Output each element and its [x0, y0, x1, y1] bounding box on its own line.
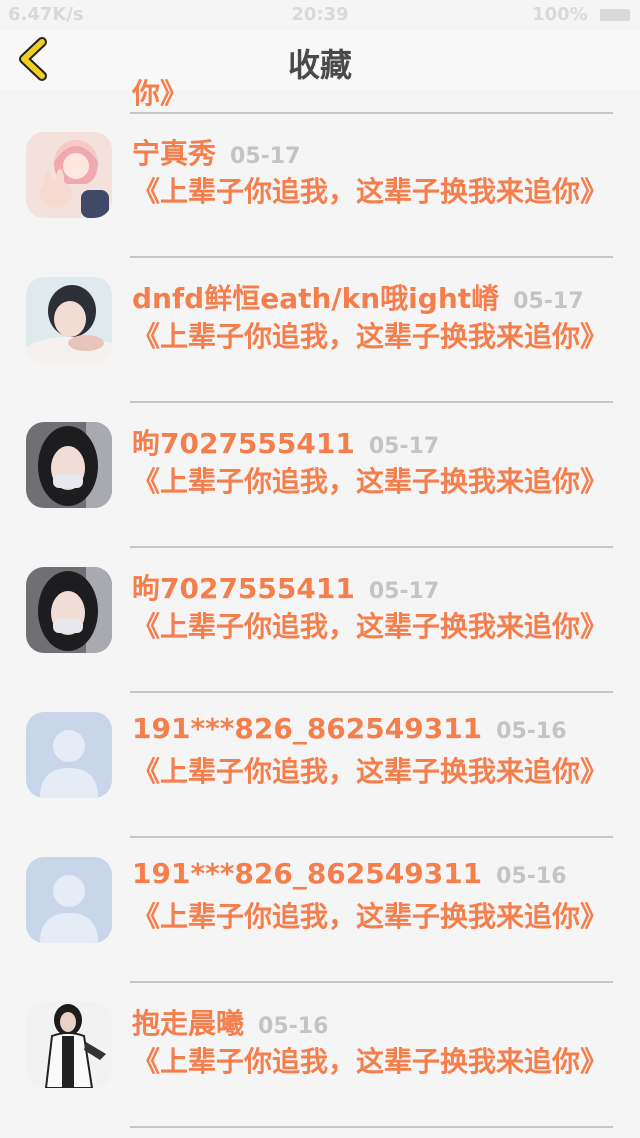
- list-item[interactable]: dnfd鲜恒eath/kn哦ight嵴 05-17 《上辈子你追我，这辈子换我来追…: [0, 259, 640, 404]
- username-text: 昫7027555411: [132, 572, 355, 605]
- username-text: 191***826_862549311: [132, 857, 483, 890]
- item-content: 《上辈子你追我，这辈子换我来追你》: [132, 175, 609, 208]
- list-item[interactable]: 191***826_862549311 05-16 《上辈子你追我，这辈子换我来追…: [0, 694, 640, 839]
- username-text: 宁真秀: [132, 137, 217, 170]
- item-content: 《上辈子你追我，这辈子换我来追你》: [132, 465, 609, 498]
- divider: [130, 836, 613, 838]
- item-date: 05-16: [496, 864, 567, 889]
- username: 抱走晨曦 05-16: [132, 1002, 328, 1042]
- battery-icon: [600, 9, 630, 21]
- avatar: [26, 857, 112, 943]
- divider: [130, 256, 613, 258]
- item-date: 05-17: [230, 144, 301, 169]
- username-text: 抱走晨曦: [132, 1007, 245, 1040]
- item-content: 《上辈子你追我，这辈子换我来追你》: [132, 320, 609, 353]
- status-bar: 6.47K/s 20:39 100%: [0, 0, 640, 30]
- username: 昫7027555411 05-17: [132, 567, 439, 607]
- item-content: 《上辈子你追我，这辈子换我来追你》: [132, 900, 609, 933]
- username-text: 昫7027555411: [132, 427, 355, 460]
- item-date: 05-16: [496, 719, 567, 744]
- item-date: 05-17: [513, 289, 584, 314]
- list-item[interactable]: 191***826_862549311 05-16 《上辈子你追我，这辈子换我来追…: [0, 839, 640, 984]
- nav-bar: 收藏: [0, 30, 640, 90]
- item-date: 05-16: [258, 1014, 329, 1039]
- item-content: 《上辈子你追我，这辈子换我来追你》: [132, 610, 609, 643]
- item-date: 05-17: [368, 434, 440, 459]
- username-text: 191***826_862549311: [132, 712, 483, 745]
- list-item[interactable]: 抱走晨曦 05-16 《上辈子你追我，这辈子换我来追你》: [0, 984, 640, 1129]
- avatar: [26, 1002, 112, 1088]
- page-title: 收藏: [287, 46, 352, 84]
- default-user-avatar-icon: [26, 857, 112, 943]
- girl-mask-avatar-icon: [26, 422, 112, 508]
- item-date: 05-17: [368, 579, 440, 604]
- battery-percent: 100%: [532, 4, 588, 25]
- divider: [130, 401, 613, 403]
- list-item[interactable]: 昫7027555411 05-17 《上辈子你追我，这辈子换我来追你》: [0, 549, 640, 694]
- partial-item-content: 你》: [132, 77, 189, 110]
- girl-jacket-avatar-icon: [26, 1002, 112, 1088]
- username: 昫7027555411 05-17: [132, 422, 439, 462]
- username: 宁真秀 05-17: [132, 132, 300, 172]
- username: dnfd鲜恒eath/kn哦ight嵴 05-17: [132, 277, 584, 317]
- battery-status: 100%: [532, 4, 630, 25]
- list-item[interactable]: 宁真秀 05-17 《上辈子你追我，这辈子换我来追你》: [0, 114, 640, 259]
- divider: [130, 1126, 613, 1128]
- username: 191***826_862549311 05-16: [132, 712, 567, 745]
- anime-girl-avatar-icon: [26, 132, 112, 218]
- username-text: dnfd鲜恒eath/kn哦ight嵴: [132, 282, 500, 315]
- divider: [130, 981, 613, 983]
- avatar: [26, 132, 112, 218]
- list-item[interactable]: 昫7027555411 05-17 《上辈子你追我，这辈子换我来追你》: [0, 404, 640, 549]
- avatar: [26, 422, 112, 508]
- avatar: [26, 567, 112, 653]
- girl-mask-avatar-icon: [26, 567, 112, 653]
- divider: [130, 546, 613, 548]
- divider: [130, 691, 613, 693]
- item-content: 《上辈子你追我，这辈子换我来追你》: [132, 1045, 609, 1078]
- avatar: [26, 277, 112, 363]
- item-content: 《上辈子你追我，这辈子换我来追你》: [132, 755, 609, 788]
- avatar: [26, 712, 112, 798]
- username: 191***826_862549311 05-16: [132, 857, 567, 890]
- default-user-avatar-icon: [26, 712, 112, 798]
- girl-photo-avatar-icon: [26, 277, 112, 363]
